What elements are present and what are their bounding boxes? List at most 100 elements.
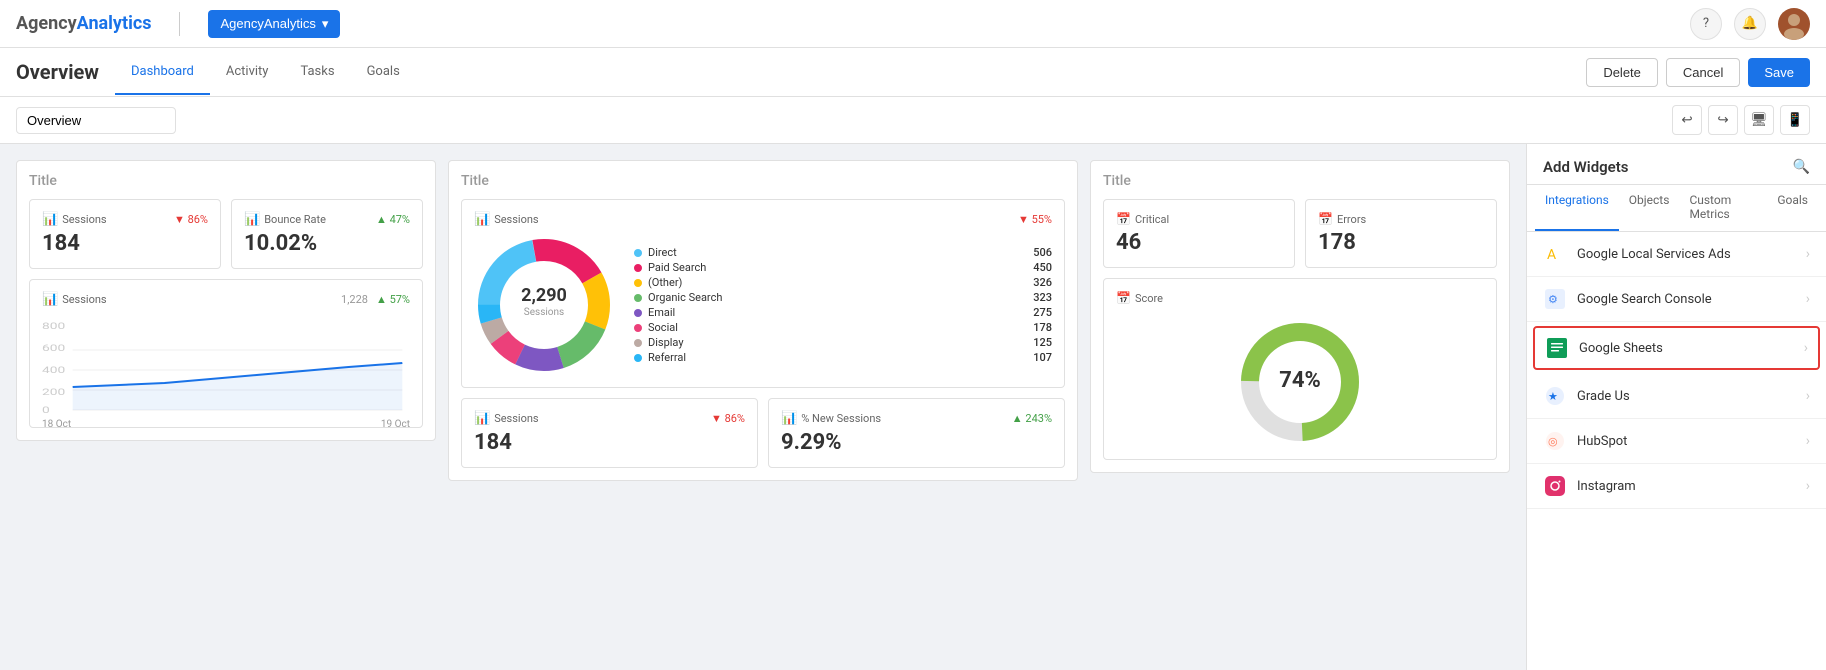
score-icon: 📅 bbox=[1116, 291, 1131, 305]
dashboard-columns: Title 📊 Sessions ▼ 86% 184 bbox=[16, 160, 1510, 493]
right-column: Title 📅 Critical 46 bbox=[1090, 160, 1510, 493]
tab-activity[interactable]: Activity bbox=[210, 50, 285, 95]
middle-bottom-widgets: 📊 Sessions ▼ 86% 184 📊 % bbox=[461, 398, 1065, 468]
redo-icon: ↪ bbox=[1717, 112, 1728, 128]
hubspot-icon: ◎ bbox=[1543, 429, 1567, 453]
toolbar-right: ↩ ↪ 🖥 📱 bbox=[1672, 105, 1810, 135]
undo-icon: ↩ bbox=[1681, 112, 1692, 128]
help-button[interactable]: ? bbox=[1690, 8, 1722, 40]
cancel-button[interactable]: Cancel bbox=[1666, 58, 1740, 87]
sidebar-tab-objects[interactable]: Objects bbox=[1619, 185, 1680, 231]
grade-us-name: Grade Us bbox=[1577, 389, 1806, 404]
main: Title 📊 Sessions ▼ 86% 184 bbox=[0, 144, 1826, 670]
agency-analytics-button[interactable]: AgencyAnalytics ▾ bbox=[208, 10, 340, 38]
integration-instagram[interactable]: Instagram › bbox=[1527, 464, 1826, 509]
desktop-button[interactable]: 🖥 bbox=[1744, 105, 1774, 135]
tab-dashboard[interactable]: Dashboard bbox=[115, 50, 210, 95]
svg-text:0: 0 bbox=[42, 405, 50, 415]
chevron-right-icon-3: › bbox=[1806, 388, 1810, 404]
header-right: ? 🔔 bbox=[1690, 8, 1810, 40]
new-sessions-value: 9.29% bbox=[781, 430, 1052, 455]
chart-count: 1,228 bbox=[341, 293, 368, 306]
svg-text:2,290: 2,290 bbox=[521, 285, 567, 306]
sidebar-tab-custom-metrics[interactable]: Custom Metrics bbox=[1679, 185, 1767, 231]
middle-column: Title 📊 Sessions ▼ 55% bbox=[448, 160, 1078, 493]
google-search-console-icon: ⚙ bbox=[1543, 287, 1567, 311]
delete-button[interactable]: Delete bbox=[1586, 58, 1658, 87]
mid-sessions-value: 184 bbox=[474, 430, 745, 455]
svg-text:800: 800 bbox=[42, 321, 65, 332]
chart-label: 📊 Sessions bbox=[42, 292, 107, 307]
header: AgencyAnalytics AgencyAnalytics ▾ ? 🔔 bbox=[0, 0, 1826, 48]
line-chart: 800 600 400 200 0 bbox=[42, 315, 410, 415]
left-column: Title 📊 Sessions ▼ 86% 184 bbox=[16, 160, 436, 493]
mobile-button[interactable]: 📱 bbox=[1780, 105, 1810, 135]
svg-text:600: 600 bbox=[42, 343, 65, 354]
chart-x-labels: 18 Oct 19 Oct bbox=[42, 419, 410, 430]
integration-list: A Google Local Services Ads › ⚙ Google S… bbox=[1527, 232, 1826, 509]
integration-hubspot[interactable]: ◎ HubSpot › bbox=[1527, 419, 1826, 464]
legend-organic-search: Organic Search 323 bbox=[634, 290, 1052, 305]
donut-chart: 2,290 Sessions bbox=[474, 235, 614, 375]
legend-paid-search: Paid Search 450 bbox=[634, 260, 1052, 275]
bounce-rate-badge: ▲ 47% bbox=[376, 213, 410, 226]
sessions-badge: ▼ 86% bbox=[174, 213, 208, 226]
google-sheets-name: Google Sheets bbox=[1579, 341, 1804, 356]
sidebar-title: Add Widgets bbox=[1543, 158, 1629, 176]
social-dot bbox=[634, 324, 642, 332]
donut-legend: Direct 506 Paid Search 450 (Other) bbox=[634, 245, 1052, 365]
integration-google-sheets[interactable]: Google Sheets › bbox=[1533, 326, 1820, 370]
critical-widget: 📅 Critical 46 bbox=[1103, 199, 1295, 268]
score-widget: 📅 Score 74% bbox=[1103, 278, 1497, 460]
chevron-right-icon-1: › bbox=[1806, 291, 1810, 307]
add-widgets-sidebar: Add Widgets 🔍 Integrations Objects Custo… bbox=[1526, 144, 1826, 670]
right-section: Title 📅 Critical 46 bbox=[1090, 160, 1510, 473]
logo-divider bbox=[179, 12, 180, 36]
other-dot bbox=[634, 279, 642, 287]
sidebar-tab-goals[interactable]: Goals bbox=[1767, 185, 1818, 231]
instagram-icon bbox=[1543, 474, 1567, 498]
canvas: Title 📊 Sessions ▼ 86% 184 bbox=[0, 144, 1526, 670]
sessions-widget: 📊 Sessions ▼ 86% 184 bbox=[29, 199, 221, 269]
tab-goals[interactable]: Goals bbox=[351, 50, 416, 95]
integration-grade-us[interactable]: ★ Grade Us › bbox=[1527, 374, 1826, 419]
bounce-rate-header: 📊 Bounce Rate ▲ 47% bbox=[244, 212, 410, 227]
undo-button[interactable]: ↩ bbox=[1672, 105, 1702, 135]
bounce-rate-value: 10.02% bbox=[244, 231, 410, 256]
sidebar-tabs: Integrations Objects Custom Metrics Goal… bbox=[1527, 185, 1826, 232]
tab-tasks[interactable]: Tasks bbox=[284, 50, 350, 95]
mid-sessions-badge: ▼ 86% bbox=[711, 412, 745, 425]
save-button[interactable]: Save bbox=[1748, 58, 1810, 87]
google-local-services-name: Google Local Services Ads bbox=[1577, 247, 1806, 262]
bar-chart-icon2: 📊 bbox=[244, 212, 260, 227]
top-widgets-left: 📊 Sessions ▼ 86% 184 📊 B bbox=[29, 199, 423, 269]
score-donut: 74% bbox=[1235, 317, 1365, 447]
tabs-actions: Delete Cancel Save bbox=[1586, 58, 1810, 87]
chevron-right-icon-5: › bbox=[1806, 478, 1810, 494]
chart-badge: ▲ 57% bbox=[376, 293, 410, 306]
google-sheets-icon bbox=[1545, 336, 1569, 360]
donut-header: 📊 Sessions ▼ 55% bbox=[474, 212, 1052, 227]
redo-button[interactable]: ↪ bbox=[1708, 105, 1738, 135]
logo: AgencyAnalytics bbox=[16, 13, 151, 34]
referral-dot bbox=[634, 354, 642, 362]
notification-button[interactable]: 🔔 bbox=[1734, 8, 1766, 40]
legend-other: (Other) 326 bbox=[634, 275, 1052, 290]
svg-text:A: A bbox=[1547, 247, 1556, 263]
sidebar-tab-integrations[interactable]: Integrations bbox=[1535, 185, 1619, 231]
integration-google-local-services[interactable]: A Google Local Services Ads › bbox=[1527, 232, 1826, 277]
search-icon[interactable]: 🔍 bbox=[1793, 159, 1810, 175]
critical-icon: 📅 bbox=[1116, 212, 1131, 226]
user-avatar[interactable] bbox=[1778, 8, 1810, 40]
new-sessions-widget: 📊 % New Sessions ▲ 243% 9.29% bbox=[768, 398, 1065, 468]
overview-input[interactable] bbox=[16, 107, 176, 134]
google-search-console-name: Google Search Console bbox=[1577, 292, 1806, 307]
paid-search-dot bbox=[634, 264, 642, 272]
new-sessions-bar-icon: 📊 bbox=[781, 411, 797, 426]
overview-label: Overview bbox=[16, 48, 99, 96]
donut-badge: ▼ 55% bbox=[1018, 213, 1052, 226]
instagram-name: Instagram bbox=[1577, 479, 1806, 494]
integration-google-search-console[interactable]: ⚙ Google Search Console › bbox=[1527, 277, 1826, 322]
bell-icon: 🔔 bbox=[1742, 16, 1758, 31]
svg-text:74%: 74% bbox=[1279, 368, 1321, 393]
